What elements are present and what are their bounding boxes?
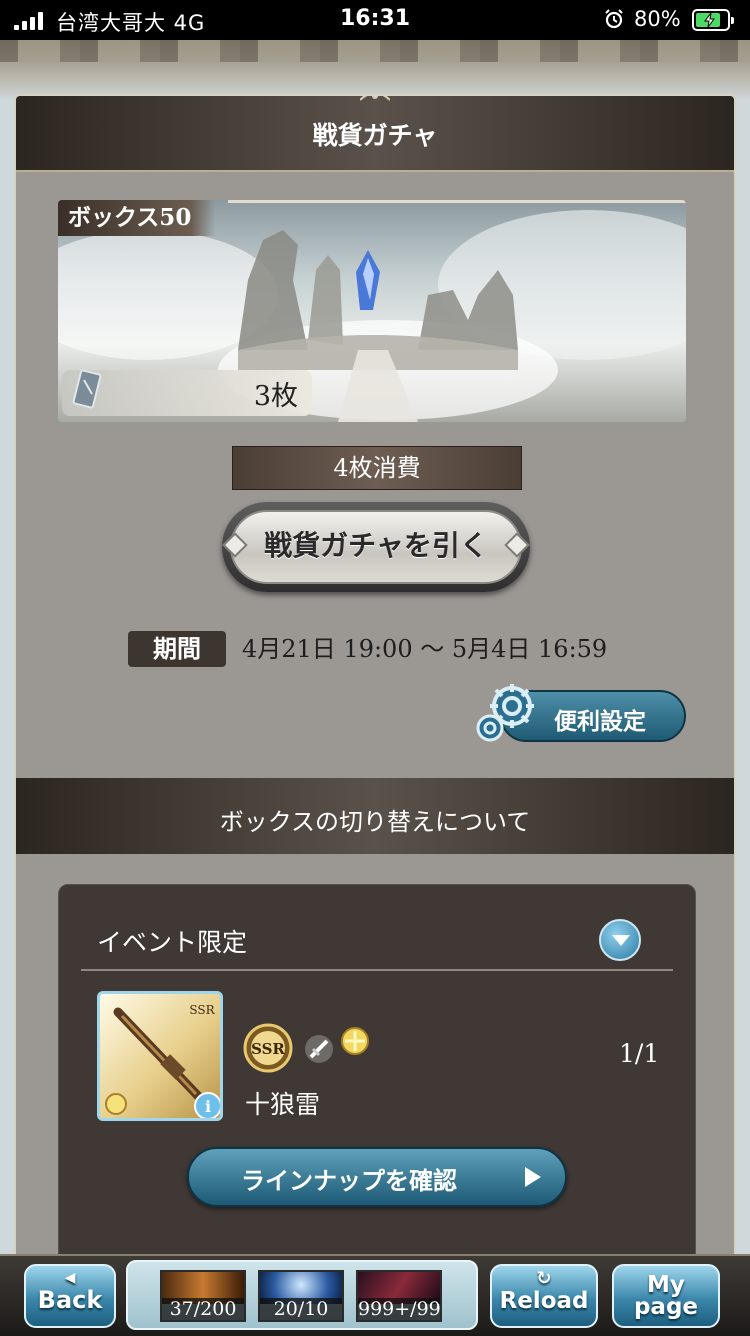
reload-button[interactable]: ↻ Reload <box>490 1264 598 1328</box>
cost-label: 4枚消費 <box>232 446 522 490</box>
weapon-count: 1/1 <box>619 1039 660 1068</box>
mypage-label-line2: page <box>633 1294 699 1320</box>
period-value: 4月21日 19:00 〜 5月4日 16:59 <box>242 635 608 663</box>
battery-icon <box>692 9 734 31</box>
gun-type-icon <box>305 1035 333 1063</box>
stamina-stats[interactable]: 37/200 20/10 999+/999 <box>126 1260 478 1330</box>
ap-value: 37/200 <box>162 1298 244 1320</box>
weapon-name: 十狼雷 <box>245 1090 321 1119</box>
gear-icon[interactable] <box>474 682 538 746</box>
alarm-icon <box>605 9 623 29</box>
box-label: ボックス50 <box>58 200 216 236</box>
back-arrow-icon: ◀ <box>64 1270 76 1286</box>
ornament-icon <box>360 96 390 101</box>
divider <box>81 969 673 971</box>
ap-stat: 37/200 <box>160 1270 246 1322</box>
light-element-icon <box>341 1027 369 1055</box>
weapon-thumbnail[interactable]: SSR i <box>97 991 223 1121</box>
svg-text:SSR: SSR <box>251 1040 285 1058</box>
gacha-panel: 戦貨ガチャ ボックス50 3枚 4枚消費 戦貨ガチャを引く 期間 4月21日 1… <box>14 94 736 1294</box>
ticket-count: 3枚 <box>62 369 312 416</box>
items-value: 999+/999 <box>358 1298 441 1320</box>
bottom-nav: ◀ Back 37/200 20/10 999+/999 ↻ Reload My… <box>0 1254 750 1336</box>
top-decoration <box>0 40 750 100</box>
reload-icon: ↻ <box>536 1268 552 1289</box>
ticket-count-value: 3枚 <box>253 381 298 412</box>
settings-label: 便利設定 <box>554 709 646 735</box>
svg-text:SSR: SSR <box>189 1003 215 1017</box>
event-limited-card: イベント限定 SSR i SSR 十狼雷 1/1 ラインナップを確認 <box>58 884 696 1292</box>
status-bar: 台湾大哥大 4G 16:31 80% <box>0 0 750 40</box>
view-lineup-button[interactable]: ラインナップを確認 <box>187 1147 567 1207</box>
draw-gacha-label: 戦貨ガチャを引く <box>264 529 488 562</box>
bp-stat: 20/10 <box>258 1270 344 1322</box>
panel-header: 戦貨ガチャ <box>16 96 734 172</box>
box-banner: ボックス50 3枚 <box>58 200 686 422</box>
play-arrow-icon <box>525 1167 541 1187</box>
draw-gacha-button[interactable]: 戦貨ガチャを引く <box>222 502 530 592</box>
mypage-label-line1: My <box>647 1272 685 1298</box>
mypage-button[interactable]: My page <box>612 1264 720 1328</box>
svg-text:i: i <box>205 1097 211 1116</box>
view-lineup-label: ラインナップを確認 <box>241 1167 457 1195</box>
bp-value: 20/10 <box>260 1298 342 1320</box>
ssr-rarity-icon: SSR <box>243 1023 293 1073</box>
reload-label: Reload <box>499 1288 589 1314</box>
box-switch-title: ボックスの切り替えについて <box>219 808 531 836</box>
collapse-toggle-icon[interactable] <box>599 919 641 961</box>
period-label: 期間 <box>128 631 226 667</box>
battery-percent: 80% <box>634 7 681 31</box>
ticket-icon <box>72 369 102 409</box>
back-label: Back <box>37 1286 103 1314</box>
box-switch-header[interactable]: ボックスの切り替えについて <box>16 778 734 854</box>
back-button[interactable]: ◀ Back <box>24 1264 116 1328</box>
event-limited-title: イベント限定 <box>97 928 248 957</box>
items-stat: 999+/999 <box>356 1270 442 1322</box>
page-title: 戦貨ガチャ <box>312 121 438 150</box>
